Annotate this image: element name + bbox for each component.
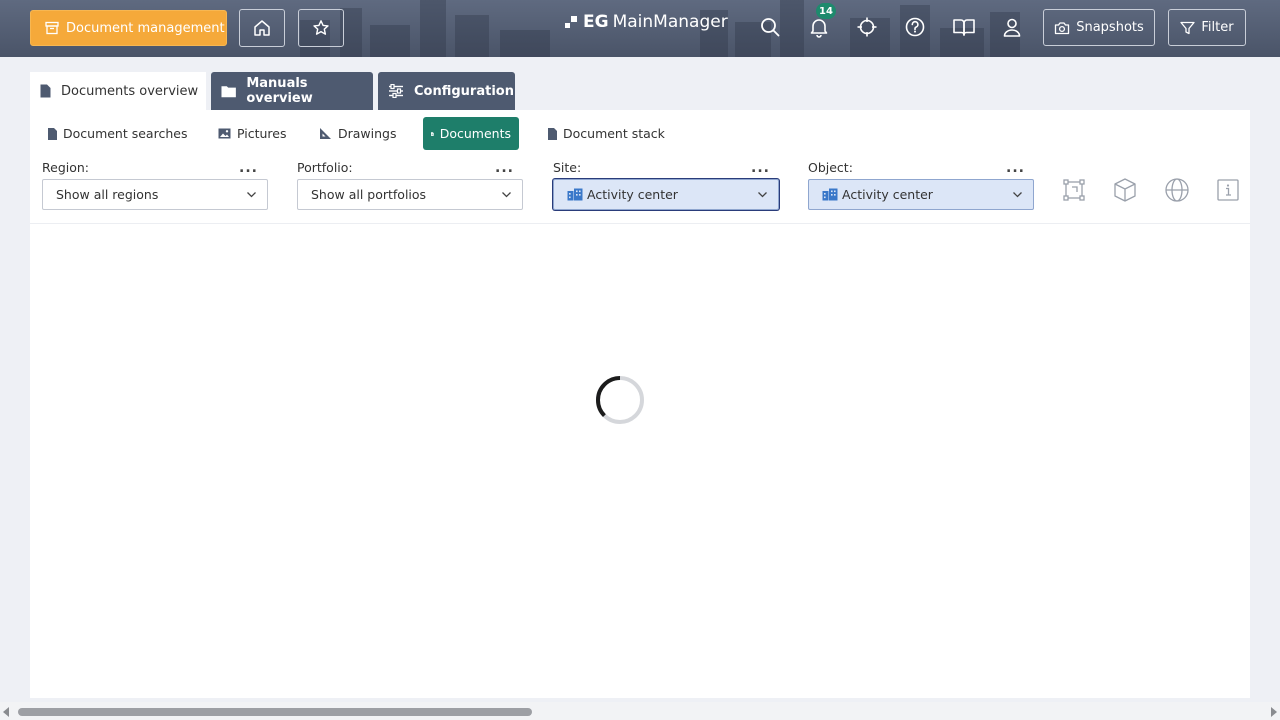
site-more-button[interactable]: ... (751, 160, 770, 176)
tab-configuration[interactable]: Configuration (378, 72, 515, 110)
document-icon (40, 84, 51, 98)
region-more-button[interactable]: ... (239, 160, 258, 176)
chevron-down-icon (502, 192, 511, 198)
subtab-label: Pictures (237, 126, 287, 141)
search-icon (761, 18, 780, 37)
scroll-right-icon[interactable] (1271, 707, 1277, 717)
filter-divider (30, 223, 1250, 224)
logo-prefix: EG (583, 12, 609, 32)
building-icon (567, 188, 583, 201)
filter-icon (1180, 21, 1196, 34)
home-button[interactable] (239, 9, 285, 47)
camera-icon (1055, 21, 1070, 34)
region-select-value: Show all regions (56, 187, 159, 202)
tab-label: Documents overview (61, 83, 199, 99)
globe-icon (1165, 178, 1189, 202)
tab-label: Manuals overview (246, 76, 313, 106)
subtab-label: Document stack (563, 126, 665, 141)
scroll-left-icon[interactable] (3, 707, 9, 717)
site-label: Site: (553, 160, 582, 175)
chevron-down-icon (1013, 192, 1022, 198)
app-logo: EG MainManager (565, 12, 728, 32)
subtab-drawings[interactable]: Drawings (319, 117, 397, 150)
logo-squares-icon (565, 14, 579, 30)
locate-button[interactable] (855, 15, 879, 39)
user-icon (1003, 18, 1021, 37)
top-header: Document management EG MainManager 14 Sn… (0, 0, 1280, 57)
object-more-button[interactable]: ... (1006, 160, 1025, 176)
home-icon (254, 20, 270, 36)
building-icon (822, 188, 838, 201)
tab-manuals-overview[interactable]: Manuals overview (211, 72, 373, 110)
help-icon (905, 17, 925, 37)
book-icon (953, 19, 975, 36)
floorplan-icon (1063, 179, 1085, 201)
subtab-label: Drawings (338, 126, 397, 141)
scrollbar-thumb[interactable] (18, 708, 532, 716)
portfolio-label: Portfolio: (297, 160, 353, 175)
3d-view-button[interactable] (1112, 176, 1138, 204)
chevron-down-icon (758, 192, 767, 198)
help-button[interactable] (903, 15, 927, 39)
tab-label: Configuration (414, 83, 514, 99)
object-select-value: Activity center (842, 187, 933, 202)
site-select[interactable]: Activity center (553, 179, 779, 210)
document-icon (548, 127, 557, 140)
snapshots-label: Snapshots (1076, 20, 1144, 35)
bell-icon (810, 19, 828, 38)
region-label: Region: (42, 160, 90, 175)
cube-3d-icon (1114, 178, 1136, 202)
portfolio-select[interactable]: Show all portfolios (297, 179, 523, 210)
subtab-documents[interactable]: Documents (423, 117, 519, 150)
image-icon (218, 128, 231, 139)
horizontal-scrollbar[interactable] (0, 702, 1280, 720)
region-select[interactable]: Show all regions (42, 179, 268, 210)
crosshair-icon (857, 17, 877, 37)
chevron-down-icon (247, 192, 256, 198)
snapshots-button[interactable]: Snapshots (1043, 9, 1155, 46)
document-management-label: Document management (66, 20, 225, 36)
site-select-value: Activity center (587, 187, 678, 202)
subtab-document-searches[interactable]: Document searches (48, 117, 187, 150)
sliders-icon (389, 84, 403, 98)
loading-spinner-icon (595, 376, 644, 424)
object-select[interactable]: Activity center (808, 179, 1034, 210)
portfolio-select-value: Show all portfolios (311, 187, 427, 202)
subtab-label: Documents (439, 126, 511, 141)
document-icon (431, 131, 434, 136)
portfolio-more-button[interactable]: ... (495, 160, 514, 176)
archive-box-icon (45, 21, 59, 35)
info-button[interactable] (1215, 176, 1241, 204)
filter-button[interactable]: Filter (1168, 9, 1246, 46)
floorplan-button[interactable] (1061, 176, 1087, 204)
folder-icon (221, 85, 236, 97)
manual-button[interactable] (952, 15, 976, 39)
subtab-pictures[interactable]: Pictures (218, 117, 287, 150)
logo-name: MainManager (612, 12, 728, 32)
ruler-triangle-icon (320, 128, 331, 139)
subtab-label: Document searches (63, 126, 188, 141)
map-view-button[interactable] (1164, 176, 1190, 204)
document-management-button[interactable]: Document management (30, 10, 227, 46)
document-icon (48, 127, 57, 140)
subtab-document-stack[interactable]: Document stack (548, 117, 665, 150)
filter-label: Filter (1201, 20, 1234, 35)
user-profile-button[interactable] (1000, 15, 1024, 39)
notification-badge: 14 (816, 3, 836, 19)
object-label: Object: (808, 160, 853, 175)
search-button[interactable] (758, 15, 782, 39)
favorites-button[interactable] (298, 9, 344, 47)
info-icon (1217, 179, 1239, 201)
tab-documents-overview[interactable]: Documents overview (30, 72, 206, 110)
star-icon (313, 20, 329, 35)
